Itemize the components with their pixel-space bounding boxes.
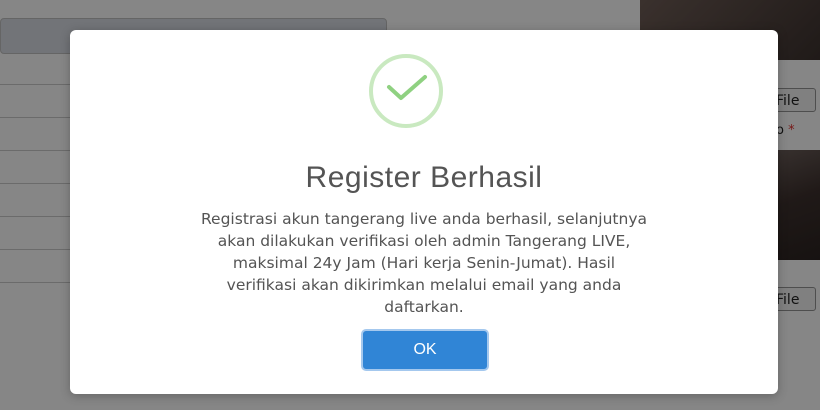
check-icon [387, 75, 427, 100]
message-line: Registrasi akun tangerang live anda berh… [200, 210, 647, 228]
message-line: verifikasi akan dikirimkan melalui email… [226, 276, 622, 294]
success-icon-circle [369, 54, 443, 128]
message-line: akan dilakukan verifikasi oleh admin Tan… [217, 232, 631, 250]
dialog-title: Register Berhasil [305, 161, 543, 194]
ok-button[interactable]: OK [361, 329, 489, 371]
message-line: maksimal 24y Jam (Hari kerja Senin-Jumat… [232, 254, 616, 272]
success-dialog: Register Berhasil Registrasi akun tanger… [70, 30, 778, 394]
dialog-message: Registrasi akun tangerang live anda berh… [110, 208, 738, 318]
message-line: daftarkan. [384, 298, 464, 316]
